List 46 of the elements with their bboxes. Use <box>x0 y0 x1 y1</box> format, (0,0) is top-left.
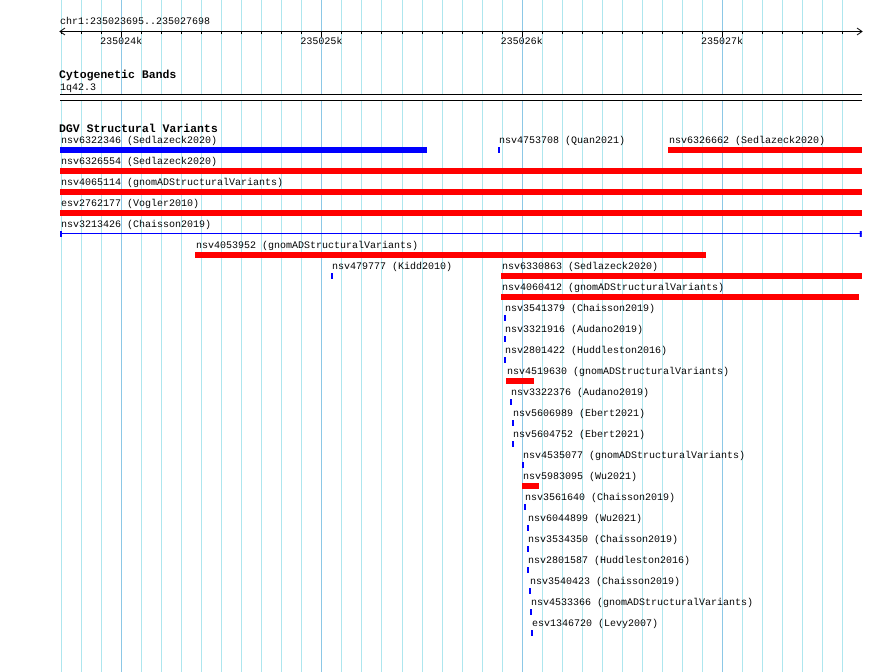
variant-label: nsv6322346 (Sedlazeck2020) <box>61 136 218 147</box>
variant-label: nsv5606989 (Ebert2021) <box>513 409 646 420</box>
variant-label: nsv6326662 (Sedlazeck2020) <box>669 136 826 147</box>
variant-label: nsv2801587 (Huddleston2016) <box>528 556 690 567</box>
variant-label: nsv3540423 (Chaisson2019) <box>530 577 680 588</box>
variant-label: nsv6326554 (Sedlazeck2020) <box>61 157 218 168</box>
tick-label: 235024k <box>100 37 142 48</box>
variant-bar[interactable] <box>501 273 862 279</box>
track-title: Cytogenetic Bands <box>59 69 176 82</box>
tick-label: 235027k <box>700 37 743 48</box>
variant-label: nsv5983095 (Wu2021) <box>523 472 638 483</box>
variant-label: esv1346720 (Levy2007) <box>532 619 658 630</box>
variant-bar[interactable] <box>522 483 539 489</box>
variant-label: nsv4519630 (gnomADStructuralVariants) <box>507 367 730 378</box>
variant-label: nsv4053952 (gnomADStructuralVariants) <box>196 241 418 252</box>
variant-label: nsv479777 (Kidd2010) <box>332 262 452 273</box>
band-label: 1q42.3 <box>60 83 96 94</box>
variant-label: nsv5604752 (Ebert2021) <box>513 430 646 441</box>
region-title: chr1:235023695..235027698 <box>60 17 210 28</box>
variant-label: nsv6044899 (Wu2021) <box>528 514 642 525</box>
variant-label: nsv3561640 (Chaisson2019) <box>525 493 676 504</box>
variant-label: nsv3541379 (Chaisson2019) <box>505 304 656 315</box>
variant-bar[interactable] <box>668 147 862 153</box>
variant-bar[interactable] <box>195 252 706 258</box>
variant-label: nsv4535077 (gnomADStructuralVariants) <box>523 451 746 462</box>
track-title: DGV Structural Variants <box>59 123 218 136</box>
variant-bar[interactable] <box>60 168 862 174</box>
variant-label: nsv3534350 (Chaisson2019) <box>528 535 678 546</box>
variant-line[interactable] <box>60 231 862 237</box>
variant-label: nsv6330863 (Sedlazeck2020) <box>502 262 658 273</box>
variant-label: nsv4060412 (gnomADStructuralVariants) <box>502 283 724 294</box>
tick-label: 235026k <box>500 37 543 48</box>
variant-label: nsv3322376 (Audano2019) <box>511 388 650 399</box>
variant-bar[interactable] <box>506 378 534 384</box>
variant-label: nsv4753708 (Quan2021) <box>499 136 626 147</box>
variant-label: nsv3213426 (Chaisson2019) <box>61 220 212 231</box>
variant-bar[interactable] <box>60 210 862 216</box>
variant-label: nsv4065114 (gnomADStructuralVariants) <box>61 178 284 189</box>
variant-bar[interactable] <box>60 189 862 195</box>
variant-bar[interactable] <box>501 294 859 300</box>
tick-label: 235025k <box>300 37 342 48</box>
variant-label: nsv3321916 (Audano2019) <box>505 325 644 336</box>
variant-label: nsv4533366 (gnomADStructuralVariants) <box>531 598 754 609</box>
variant-label: nsv2801422 (Huddleston2016) <box>505 346 668 357</box>
variant-bar[interactable] <box>60 147 427 153</box>
variant-label: esv2762177 (Vogler2010) <box>61 199 200 210</box>
